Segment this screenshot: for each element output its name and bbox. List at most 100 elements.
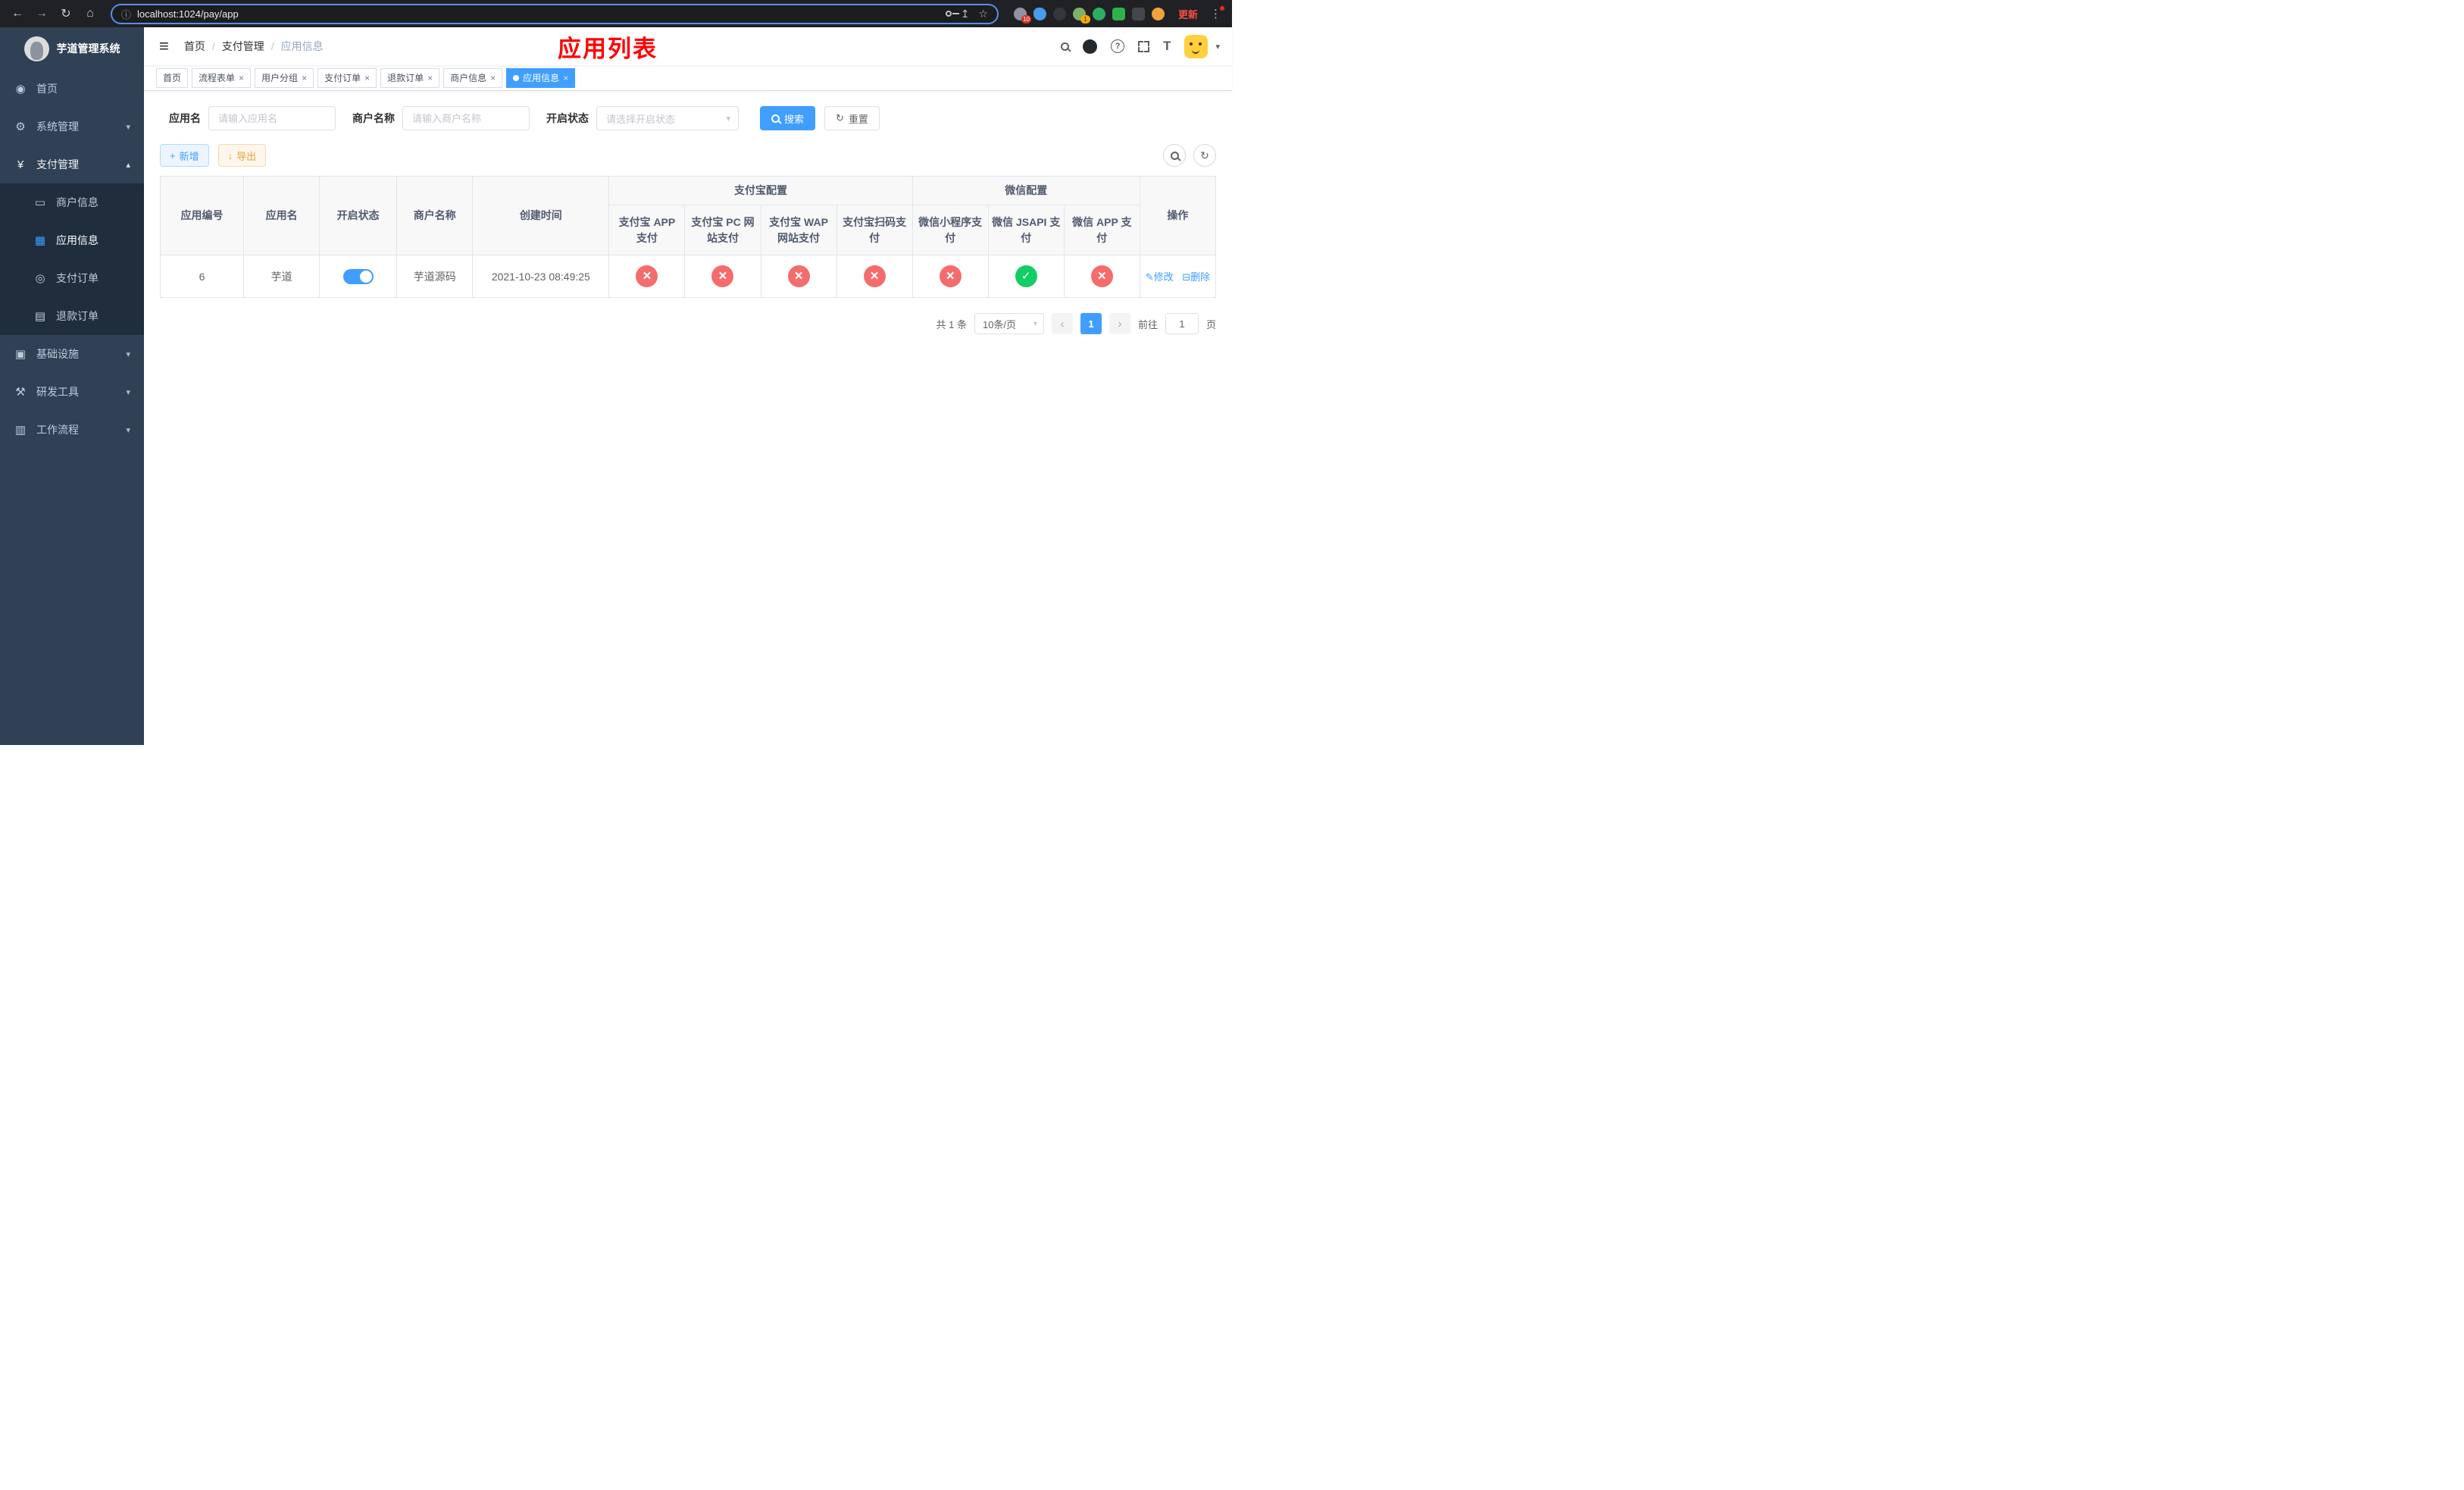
tab-close-icon[interactable]: × <box>490 74 496 83</box>
tab-label: 支付订单 <box>324 73 361 83</box>
extension-icon[interactable]: 10 <box>1013 7 1031 23</box>
tab-label: 用户分组 <box>261 73 299 83</box>
breadcrumb-item-payment[interactable]: 支付管理 <box>222 39 264 54</box>
page-size-value: 10条/页 <box>982 318 1017 330</box>
app-table: 应用编号 应用名 开启状态 商户名称 创建时间 支付宝配置 微信配置 操作 支付… <box>159 176 1217 298</box>
help-icon[interactable]: ? <box>1111 39 1125 53</box>
search-icon <box>771 114 780 123</box>
fullscreen-icon[interactable] <box>1138 40 1150 52</box>
status-toggle[interactable] <box>342 268 374 284</box>
tab-close-icon[interactable]: × <box>302 74 307 83</box>
app-name-input[interactable] <box>208 106 336 130</box>
tab-label: 流程表单 <box>199 73 236 83</box>
app-logo-row[interactable]: 芋道管理系统 <box>0 27 144 70</box>
tab-close-icon[interactable]: × <box>563 74 568 83</box>
collapse-sidebar-icon[interactable]: ≡ <box>156 36 172 56</box>
tab-refund-order[interactable]: 退款订单 × <box>380 67 440 88</box>
breadcrumb-separator: / <box>211 40 215 52</box>
browser-reload-button[interactable]: ↻ <box>56 6 76 21</box>
grid-icon: ▦ <box>34 234 46 247</box>
cell-created: 2021-10-23 08:49:25 <box>472 255 610 298</box>
pagination: 共 1 条 10条/页 ▾ ‹ 1 › 前往 页 <box>160 313 1216 334</box>
page-number-button[interactable]: 1 <box>1080 313 1102 334</box>
merchant-name-input[interactable] <box>402 106 530 130</box>
sidebar-item-payment[interactable]: ¥ 支付管理 ▴ <box>0 146 144 183</box>
extensions-area: 10 1 <box>1013 7 1165 23</box>
browser-update-button[interactable]: 更新 <box>1178 7 1198 21</box>
sidebar-item-label: 应用信息 <box>56 234 98 246</box>
app-title: 芋道管理系统 <box>56 42 120 55</box>
browser-forward-button[interactable]: → <box>32 7 52 20</box>
yen-icon: ¥ <box>17 158 24 171</box>
tab-process-form[interactable]: 流程表单 × <box>192 67 252 88</box>
browser-home-button[interactable]: ⌂ <box>80 7 100 20</box>
sidebar-item-workflow[interactable]: ▥ 工作流程 ▾ <box>0 411 144 449</box>
tab-home[interactable]: 首页 <box>156 67 189 88</box>
browser-back-button[interactable]: ← <box>8 7 27 20</box>
sidebar-item-refund-order[interactable]: ▤ 退款订单 <box>0 297 144 335</box>
extension-icon[interactable] <box>1052 7 1066 20</box>
delete-link[interactable]: ⊟删除 <box>1182 271 1210 283</box>
sidebar-item-pay-order[interactable]: ◎ 支付订单 <box>0 259 144 297</box>
extension-icon[interactable]: 1 <box>1072 7 1090 23</box>
sidebar-item-app-info[interactable]: ▦ 应用信息 <box>0 221 144 259</box>
tab-app-info[interactable]: 应用信息 × <box>506 67 576 88</box>
status-select-placeholder: 请选择开启状态 <box>606 113 676 125</box>
search-icon <box>1170 151 1179 160</box>
sidebar-item-infrastructure[interactable]: ▣ 基础设施 ▾ <box>0 335 144 373</box>
edit-link[interactable]: ✎修改 <box>1146 271 1174 283</box>
sidebar-item-dev-tools[interactable]: ⚒ 研发工具 ▾ <box>0 373 144 411</box>
reset-button[interactable]: ↻ 重置 <box>824 106 880 130</box>
tab-merchant-info[interactable]: 商户信息 × <box>443 67 503 88</box>
page-size-select[interactable]: 10条/页 ▾ <box>974 313 1044 334</box>
add-button[interactable]: + 新增 <box>160 144 209 167</box>
payment-submenu: ▭ 商户信息 ▦ 应用信息 ◎ 支付订单 ▤ 退款订单 <box>0 183 144 335</box>
address-bar[interactable]: ⓘ localhost:1024/pay/app ↥ ☆ <box>111 3 999 24</box>
sidebar-item-home[interactable]: ◉ 首页 <box>0 70 144 108</box>
edit-icon: ✎ <box>1145 271 1154 283</box>
browser-chrome: ← → ↻ ⌂ ⓘ localhost:1024/pay/app ↥ ☆ 10 … <box>0 0 1232 27</box>
breadcrumb-item-home[interactable]: 首页 <box>184 39 205 54</box>
alipay-pc-status-icon <box>711 265 734 287</box>
cell-status <box>319 255 398 298</box>
col-header-app-name: 应用名 <box>243 176 321 255</box>
sidebar: 芋道管理系统 ◉ 首页 ⚙ 系统管理 ▾ ¥ 支付管理 ▴ ▭ 商户信息 ▦ 应… <box>0 27 144 745</box>
tab-user-group[interactable]: 用户分组 × <box>255 67 314 88</box>
tab-label: 商户信息 <box>450 73 487 83</box>
sidebar-item-label: 支付管理 <box>36 158 79 171</box>
next-page-button[interactable]: › <box>1108 313 1130 334</box>
extension-icon[interactable] <box>1033 7 1046 20</box>
col-header-alipay-app: 支付宝 APP 支付 <box>608 205 686 255</box>
avatar-caret-icon[interactable]: ▾ <box>1215 42 1220 52</box>
extension-icon[interactable] <box>1092 7 1105 20</box>
prev-page-button[interactable]: ‹ <box>1051 313 1073 334</box>
status-select[interactable]: 请选择开启状态 ▾ <box>596 106 739 130</box>
browser-menu-icon[interactable]: ⋮ <box>1207 6 1224 20</box>
user-avatar[interactable] <box>1184 34 1209 58</box>
site-info-icon[interactable]: ⓘ <box>121 7 131 21</box>
tab-close-icon[interactable]: × <box>364 74 370 83</box>
export-button[interactable]: ↓ 导出 <box>217 144 267 167</box>
share-icon[interactable]: ↥ <box>961 8 970 20</box>
workflow-icon: ▥ <box>14 424 27 437</box>
extensions-puzzle-icon[interactable] <box>1131 7 1145 20</box>
github-icon[interactable] <box>1083 39 1098 54</box>
search-button[interactable]: 搜索 <box>760 106 816 130</box>
goto-page-input[interactable] <box>1165 313 1199 334</box>
header-actions: ? T ▾ <box>1061 34 1220 58</box>
search-icon[interactable] <box>1061 42 1070 51</box>
tab-close-icon[interactable]: × <box>427 74 433 83</box>
col-header-created: 创建时间 <box>472 176 610 255</box>
password-key-icon[interactable] <box>945 11 959 17</box>
sidebar-item-system[interactable]: ⚙ 系统管理 ▾ <box>0 108 144 146</box>
font-size-icon[interactable]: T <box>1163 39 1171 54</box>
toggle-search-button[interactable] <box>1163 144 1186 167</box>
profile-avatar-icon[interactable] <box>1151 7 1165 20</box>
bookmark-star-icon[interactable]: ☆ <box>978 8 988 20</box>
chevron-down-icon: ▾ <box>126 122 130 132</box>
tab-close-icon[interactable]: × <box>239 74 244 83</box>
tab-pay-order[interactable]: 支付订单 × <box>317 67 377 88</box>
extension-icon[interactable] <box>1112 7 1125 20</box>
sidebar-item-merchant-info[interactable]: ▭ 商户信息 <box>0 183 144 221</box>
refresh-table-button[interactable]: ↻ <box>1193 144 1216 167</box>
